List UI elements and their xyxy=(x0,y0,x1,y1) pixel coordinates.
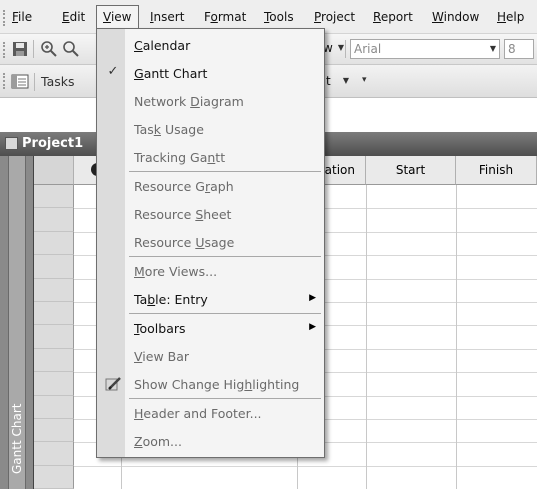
grid-line xyxy=(366,185,367,489)
checkmark-icon: ✓ xyxy=(107,64,119,79)
zoom-in-icon[interactable] xyxy=(40,40,58,58)
menu-item-resource-usage[interactable]: Resource Usage xyxy=(97,228,324,256)
menu-item-resource-graph[interactable]: Resource Graph xyxy=(97,172,324,200)
menu-item-header-footer[interactable]: Header and Footer... xyxy=(97,399,324,427)
toolbar-grip[interactable] xyxy=(3,73,5,89)
highlight-icon xyxy=(105,377,121,391)
column-header-finish[interactable]: Finish xyxy=(456,156,537,185)
view-bar-label: Gantt Chart xyxy=(10,403,24,474)
submenu-arrow-icon: ▶ xyxy=(309,322,316,332)
menu-report[interactable]: Report xyxy=(373,10,413,24)
row-header-cell[interactable] xyxy=(34,302,74,326)
font-size-combo[interactable]: 8 xyxy=(504,39,534,59)
zoom-out-icon[interactable] xyxy=(62,40,80,58)
grid-line xyxy=(456,185,457,489)
menu-window[interactable]: Window xyxy=(432,10,479,24)
menu-item-gantt-chart[interactable]: ✓ Gantt Chart xyxy=(97,59,324,87)
row-header-cell[interactable] xyxy=(34,348,74,373)
row-header-cell[interactable] xyxy=(34,442,74,466)
menu-format[interactable]: Format xyxy=(204,10,246,24)
menu-item-view-bar[interactable]: View Bar xyxy=(97,342,324,370)
menu-item-show-change-highlighting[interactable]: Show Change Highlighting xyxy=(97,370,324,398)
menu-item-table-entry[interactable]: Table: Entry ▶ xyxy=(97,285,324,313)
toolbar-grip[interactable] xyxy=(3,42,5,58)
row-header-cell[interactable] xyxy=(34,465,74,489)
toolbar2-combo[interactable]: t ▼ xyxy=(323,72,349,92)
row-header-cell[interactable] xyxy=(34,372,74,396)
view-bar[interactable]: Gantt Chart xyxy=(0,156,34,489)
row-header-cell[interactable] xyxy=(34,395,74,419)
view-menu-dropdown: Calendar ✓ Gantt Chart Network Diagram T… xyxy=(96,28,325,458)
menu-view[interactable]: View xyxy=(103,10,131,24)
menu-project[interactable]: Project xyxy=(314,10,355,24)
menu-item-zoom[interactable]: Zoom... xyxy=(97,427,324,455)
menu-insert[interactable]: Insert xyxy=(150,10,184,24)
project-guide-icon[interactable] xyxy=(11,73,29,91)
menu-tools[interactable]: Tools xyxy=(264,10,294,24)
menubar-grip[interactable] xyxy=(3,10,5,26)
menu-help[interactable]: Help xyxy=(497,10,524,24)
tasks-button[interactable]: Tasks xyxy=(41,74,75,89)
project-title: Project1 xyxy=(22,136,84,151)
menu-file[interactable]: File xyxy=(12,10,32,24)
project-window-icon xyxy=(5,137,18,150)
save-icon[interactable] xyxy=(11,40,29,58)
menu-item-more-views[interactable]: More Views... xyxy=(97,257,324,285)
toolbar-separator xyxy=(33,40,34,58)
toolbar-options-icon[interactable]: ▾ xyxy=(362,75,367,85)
toolbar-separator xyxy=(345,40,346,58)
row-header-cell[interactable] xyxy=(34,255,74,279)
menu-item-task-usage[interactable]: Task Usage xyxy=(97,115,324,143)
menu-item-calendar[interactable]: Calendar xyxy=(97,31,324,59)
submenu-arrow-icon: ▶ xyxy=(309,293,316,303)
font-combo[interactable]: Arial ▼ xyxy=(350,39,500,59)
row-header-cell[interactable] xyxy=(34,419,74,443)
menu-item-network-diagram[interactable]: Network Diagram xyxy=(97,87,324,115)
row-header-cell[interactable] xyxy=(34,278,74,302)
menu-edit[interactable]: Edit xyxy=(62,10,85,24)
menu-item-toolbars[interactable]: Toolbars ▶ xyxy=(97,314,324,342)
menu-item-tracking-gantt[interactable]: Tracking Gantt xyxy=(97,143,324,171)
row-header-cell[interactable] xyxy=(34,185,74,209)
row-header-cell[interactable] xyxy=(34,208,74,232)
toolbar-separator xyxy=(34,73,35,91)
menu-item-resource-sheet[interactable]: Resource Sheet xyxy=(97,200,324,228)
column-header-start[interactable]: Start xyxy=(366,156,456,185)
table-row xyxy=(74,465,537,467)
row-header-cell[interactable] xyxy=(34,231,74,256)
select-all-corner[interactable] xyxy=(34,156,74,185)
row-header-cell[interactable] xyxy=(34,325,74,349)
